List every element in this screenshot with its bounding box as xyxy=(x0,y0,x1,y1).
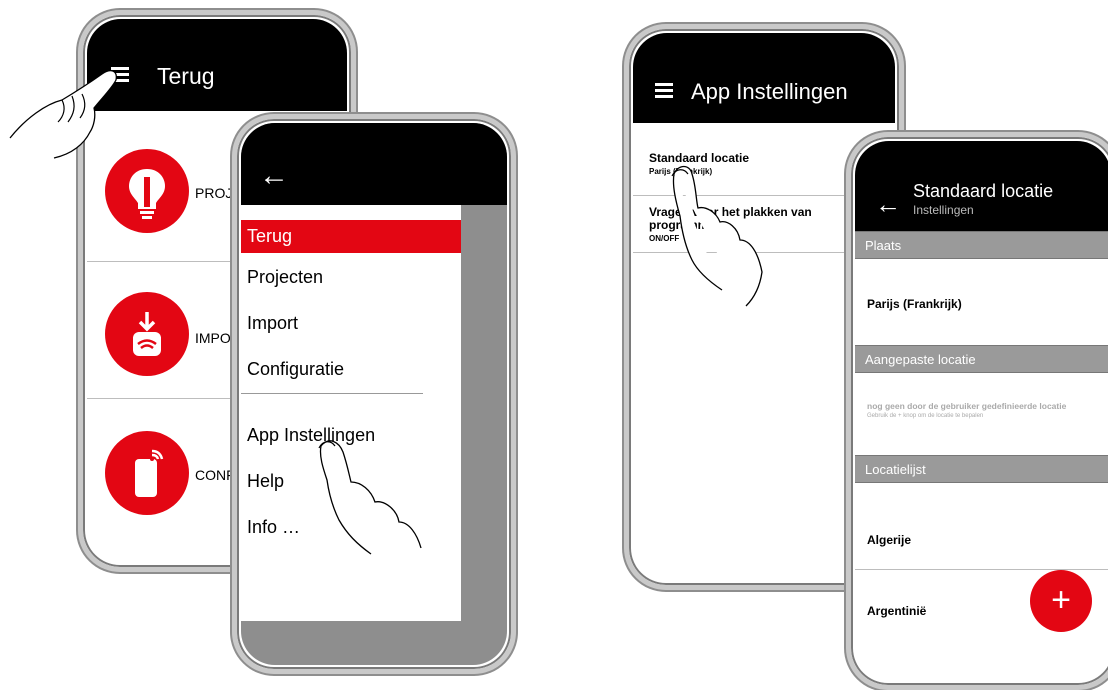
menu-icon[interactable] xyxy=(655,83,673,98)
home-item-config-label: CONF xyxy=(195,467,235,483)
custom-location-empty: nog geen door de gebruiker gedefinieerde… xyxy=(867,401,1067,411)
menu-item-help[interactable]: Help xyxy=(247,471,284,492)
default-location-subtitle: Instellingen xyxy=(913,203,974,217)
app-settings-header: App Instellingen xyxy=(633,33,895,123)
menu-item-terug-label: Terug xyxy=(247,226,293,246)
section-custom-header: Aangepaste locatie xyxy=(855,345,1108,373)
home-header: Terug xyxy=(87,19,347,111)
location-list-item-label: Algerije xyxy=(867,533,912,547)
back-arrow-icon[interactable]: ← xyxy=(259,161,289,191)
custom-location-row: nog geen door de gebruiker gedefinieerde… xyxy=(855,373,1108,459)
place-value: Parijs (Frankrijk) xyxy=(867,297,962,311)
section-place-header: Plaats xyxy=(855,231,1108,259)
menu-item-projecten[interactable]: Projecten xyxy=(247,267,323,288)
location-list-item-label: Argentinië xyxy=(867,604,927,618)
menu-item-app-settings[interactable]: App Instellingen xyxy=(247,425,375,446)
home-title: Terug xyxy=(157,63,215,89)
custom-location-hint: Gebruik de + knop om de locatie te bepal… xyxy=(867,413,984,419)
lightbulb-icon xyxy=(105,149,189,233)
default-location-title: Standaard locatie xyxy=(913,181,1054,201)
menu-item-info[interactable]: Info … xyxy=(247,517,300,538)
section-list-header: Locatielijst xyxy=(855,455,1108,483)
import-wifi-icon xyxy=(105,292,189,376)
menu-header: ← xyxy=(241,123,507,205)
setting-ask-paste-title: Vragen voor het plakken van programma's xyxy=(649,205,812,232)
menu-screen: ← Terug Projecten Import Configuratie Ap… xyxy=(241,123,507,665)
back-arrow-icon[interactable]: ← xyxy=(875,189,901,219)
menu-item-import[interactable]: Import xyxy=(247,313,298,334)
default-location-header: ← Standaard locatie Instellingen xyxy=(855,141,1108,231)
setting-default-location-title: Standaard locatie xyxy=(649,151,750,165)
remote-control-icon xyxy=(105,431,189,515)
plus-icon: + xyxy=(1051,581,1071,619)
menu-divider xyxy=(241,393,423,394)
setting-default-location-value: Parijs (Frankrijk) xyxy=(649,167,713,176)
menu-item-terug[interactable]: Terug xyxy=(241,220,461,253)
app-settings-title: App Instellingen xyxy=(691,79,848,104)
home-item-import-label: IMPO xyxy=(195,330,231,346)
menu-item-configuratie[interactable]: Configuratie xyxy=(247,359,344,380)
setting-ask-paste-value: ON/OFF xyxy=(649,234,680,243)
location-list-item[interactable]: Algerije xyxy=(855,483,1108,569)
add-location-button[interactable]: + xyxy=(1030,570,1092,632)
phone-menu: ← Terug Projecten Import Configuratie Ap… xyxy=(232,114,516,674)
home-item-projects-label: PROJ xyxy=(195,185,233,201)
menu-drawer: Terug Projecten Import Configuratie App … xyxy=(241,205,461,621)
menu-icon[interactable] xyxy=(111,67,129,82)
place-row[interactable]: Parijs (Frankrijk) xyxy=(855,259,1108,347)
